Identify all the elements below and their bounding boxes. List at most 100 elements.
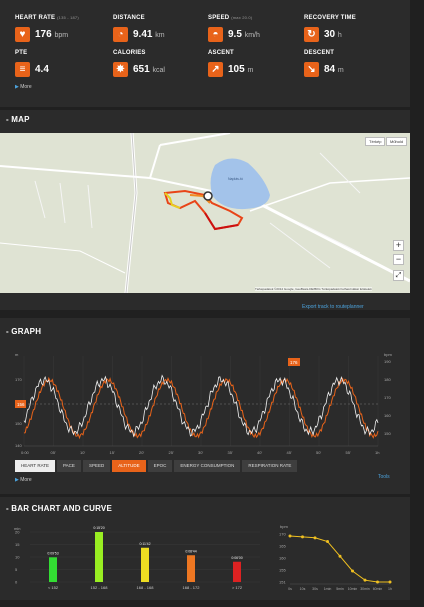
graph-title: GRAPH	[6, 327, 41, 336]
stat-value: 651 kcal	[133, 64, 165, 75]
right-tick: 160	[384, 413, 391, 418]
bar-value-label: 0:11'42	[139, 542, 150, 546]
curve-point	[376, 580, 379, 584]
tab-altitude[interactable]: ALTITUDE	[112, 460, 146, 472]
stat-label: DISTANCE	[113, 15, 145, 21]
map-attribution: Térképadatok ©2014 Google, GeoBasis-DE/B…	[255, 287, 372, 291]
distance-icon: ◔	[113, 27, 128, 42]
bar-y-tick: 10	[15, 555, 20, 560]
stat-label: ASCENT	[208, 50, 234, 56]
stat-0: HEART RATE (135 - 187) ♥ 176 bpm	[15, 15, 115, 55]
curve-y-tick: 170	[279, 532, 286, 537]
stat-value: 9.41 km	[133, 29, 165, 40]
export-track-link[interactable]: Export track to routeplanner	[302, 304, 364, 310]
curve-y-tick: 151	[279, 580, 286, 585]
recovery-icon: ↻	[304, 27, 319, 42]
stat-label: HEART RATE (135 - 187)	[15, 15, 79, 21]
graph-chart[interactable]: mbpm1701601501401901801701601500:0005'10…	[0, 348, 410, 458]
curve-x-tick: 60min	[373, 587, 383, 591]
tab-speed[interactable]: SPEED	[82, 460, 111, 472]
stat-7: DESCENT ↘ 84 m	[304, 50, 404, 90]
x-tick: 20'	[139, 450, 144, 455]
stat-3: RECOVERY TIME ↻ 30 h	[304, 15, 404, 55]
bar-y-tick: 15	[15, 542, 20, 547]
x-tick: 40'	[257, 450, 262, 455]
curve-point	[288, 534, 292, 538]
curve-y-tick: 155	[279, 568, 286, 573]
curve-point	[363, 578, 367, 582]
pte-icon: ≡	[15, 62, 30, 77]
map-type-map[interactable]: Térkép	[365, 137, 386, 146]
curve-point	[313, 536, 317, 540]
curve-point	[326, 540, 329, 544]
x-tick: 50'	[316, 450, 321, 455]
right-axis-unit: bpm	[384, 352, 392, 357]
x-tick: 1h	[375, 450, 379, 455]
curve-x-tick: 5min	[336, 587, 344, 591]
bar	[95, 532, 103, 582]
right-tick: 190	[384, 359, 391, 364]
curve-x-tick: 30min	[360, 587, 370, 591]
stat-value: 9.5 km/h	[228, 29, 260, 40]
x-tick: 45'	[287, 450, 292, 455]
stat-value: 84 m	[324, 64, 344, 75]
tab-heart-rate[interactable]: HEART RATE	[15, 460, 56, 472]
descent-arrow-icon: ↘	[304, 62, 319, 77]
more-link[interactable]: More	[15, 84, 31, 90]
stat-value: 105 m	[228, 64, 254, 75]
bar-category: 152 - 168	[91, 585, 109, 590]
zoom-out-button[interactable]: −	[393, 254, 404, 265]
tab-epoc[interactable]: EPOC	[147, 460, 173, 472]
bar-value-label: 0:15'20	[93, 526, 104, 530]
curve-point	[338, 554, 342, 558]
stat-label: RECOVERY TIME	[304, 15, 356, 21]
left-tick: 170	[15, 377, 22, 382]
bar-category: 168 - 172	[183, 585, 201, 590]
left-tick: 140	[15, 443, 22, 448]
curve-y-tick: 165	[279, 544, 286, 549]
tab-energy-consumption[interactable]: ENERGY CONSUMPTION	[174, 460, 241, 472]
zoom-in-button[interactable]: +	[393, 240, 404, 251]
bar-chart-title: BAR CHART AND CURVE	[6, 504, 112, 513]
stat-label: PTE	[15, 50, 28, 56]
x-tick: 25'	[169, 450, 174, 455]
bar-category: < 152	[48, 585, 59, 590]
bar	[49, 557, 57, 582]
x-tick: 0:00	[21, 450, 30, 455]
bar-y-tick: 5	[15, 567, 18, 572]
curve-point	[301, 535, 304, 539]
stat-label: CALORIES	[113, 50, 146, 56]
curve-x-tick: 30s	[312, 587, 318, 591]
curve-x-tick: 10min	[348, 587, 358, 591]
bar-value-label: 0:06'00	[231, 556, 242, 560]
stat-1: DISTANCE ◔ 9.41 km	[113, 15, 213, 55]
tab-respiration-rate[interactable]: RESPIRATION RATE	[242, 460, 298, 472]
tab-pace[interactable]: PACE	[57, 460, 81, 472]
heart-icon: ♥	[15, 27, 30, 42]
lake-label: Naplás-tó	[228, 177, 243, 181]
map-type-satellite[interactable]: Műhold	[386, 137, 408, 146]
right-tick: 170	[384, 395, 391, 400]
stat-6: ASCENT ↗ 105 m	[208, 50, 308, 90]
fullscreen-icon[interactable]: ⤢	[393, 270, 404, 281]
stat-value: 4.4	[35, 64, 49, 75]
bar-value-label: 0:09'53	[47, 551, 58, 555]
curve-unit: bpm	[280, 524, 288, 529]
stat-label: DESCENT	[304, 50, 335, 56]
stat-value: 30 h	[324, 29, 342, 40]
hr-zone-bar-chart: min201510500:09'53< 1520:15'20152 - 1680…	[14, 526, 260, 590]
curve-point	[351, 569, 354, 573]
bar	[187, 555, 195, 582]
right-tick: 180	[384, 377, 391, 382]
x-tick: 55'	[346, 450, 351, 455]
bar-y-tick: 0	[15, 580, 18, 585]
x-tick: 35'	[228, 450, 233, 455]
stat-5: CALORIES ✸ 651 kcal	[113, 50, 213, 90]
graph-more-link[interactable]: More	[15, 477, 31, 483]
bar	[233, 561, 241, 582]
map-view[interactable]: Naplás-tó	[0, 133, 410, 293]
curve-x-tick: 0s	[288, 587, 292, 591]
tools-link[interactable]: Tools	[378, 474, 390, 480]
left-axis-unit: m	[15, 352, 19, 357]
x-tick: 30'	[198, 450, 203, 455]
